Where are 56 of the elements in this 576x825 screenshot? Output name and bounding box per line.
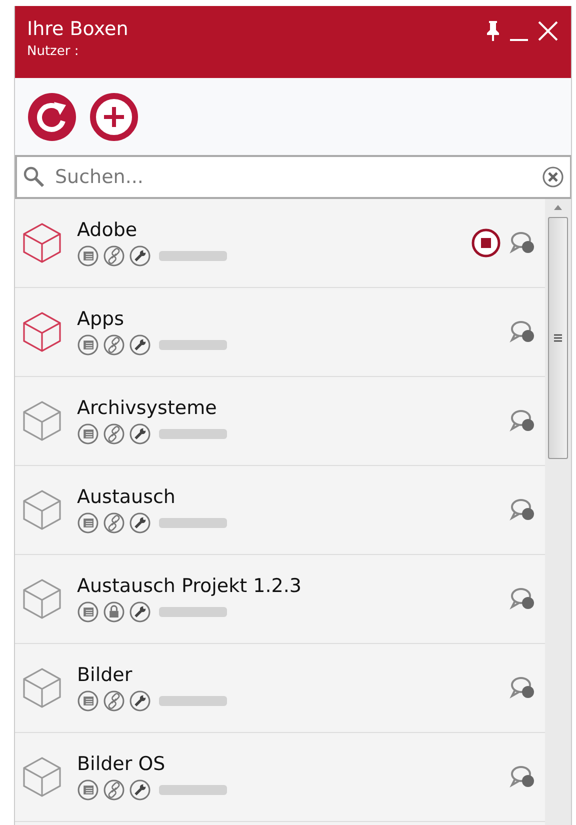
scroll-up-icon[interactable] <box>553 203 563 211</box>
search-box[interactable]: Suchen... <box>15 155 571 199</box>
box-name: Archivsysteme <box>77 397 218 419</box>
refresh-button[interactable] <box>27 92 77 142</box>
box-name: Adobe <box>77 219 138 241</box>
wrench-icon[interactable] <box>129 601 151 623</box>
wrench-icon[interactable] <box>129 512 151 534</box>
link-icon[interactable] <box>103 690 125 712</box>
add-button[interactable] <box>89 92 139 142</box>
box-name: Apps <box>77 308 126 330</box>
search-icon <box>23 166 45 188</box>
notes-icon[interactable] <box>77 779 99 801</box>
chat-icon[interactable] <box>509 675 537 701</box>
box-item[interactable]: Archivsysteme <box>15 377 545 466</box>
stop-icon[interactable] <box>471 228 501 258</box>
notes-icon[interactable] <box>77 423 99 445</box>
notes-icon[interactable] <box>77 245 99 267</box>
link-icon[interactable] <box>103 334 125 356</box>
wrench-icon[interactable] <box>129 690 151 712</box>
user-label: Nutzer : <box>27 44 80 59</box>
box-item[interactable]: Bilder OS <box>15 733 545 822</box>
notes-icon[interactable] <box>77 690 99 712</box>
wrench-icon[interactable] <box>129 423 151 445</box>
chat-icon[interactable] <box>509 408 537 434</box>
box-item[interactable]: Austausch <box>15 466 545 555</box>
notes-icon[interactable] <box>77 334 99 356</box>
wrench-icon[interactable] <box>129 334 151 356</box>
box-item[interactable]: Adobe <box>15 199 545 288</box>
scrollbar[interactable] <box>545 199 571 825</box>
chat-icon[interactable] <box>509 586 537 612</box>
search-field[interactable]: Suchen... <box>53 165 534 189</box>
notes-icon[interactable] <box>77 512 99 534</box>
link-icon[interactable] <box>103 512 125 534</box>
scroll-thumb[interactable] <box>548 217 568 459</box>
link-icon[interactable] <box>103 779 125 801</box>
link-icon[interactable] <box>103 245 125 267</box>
box-item[interactable]: Apps <box>15 288 545 377</box>
wrench-icon[interactable] <box>129 245 151 267</box>
window-title: Ihre Boxen <box>27 18 128 40</box>
box-name: Austausch Projekt 1.2.3 <box>77 575 302 597</box>
clear-icon[interactable] <box>542 166 564 188</box>
chat-icon[interactable] <box>509 497 537 523</box>
chat-icon[interactable] <box>509 764 537 790</box>
box-name: Bilder <box>77 664 134 686</box>
box-item[interactable]: Bilder <box>15 644 545 733</box>
close-icon[interactable] <box>537 20 559 42</box>
chat-icon[interactable] <box>509 230 537 256</box>
chat-icon[interactable] <box>509 319 537 345</box>
link-icon[interactable] <box>103 423 125 445</box>
pin-icon[interactable] <box>485 20 501 42</box>
lock-icon[interactable] <box>103 601 125 623</box>
notes-icon[interactable] <box>77 601 99 623</box>
box-item[interactable]: Austausch Projekt 1.2.3 <box>15 555 545 644</box>
wrench-icon[interactable] <box>129 779 151 801</box>
box-name: Austausch <box>77 486 176 508</box>
box-name: Bilder OS <box>77 753 166 775</box>
